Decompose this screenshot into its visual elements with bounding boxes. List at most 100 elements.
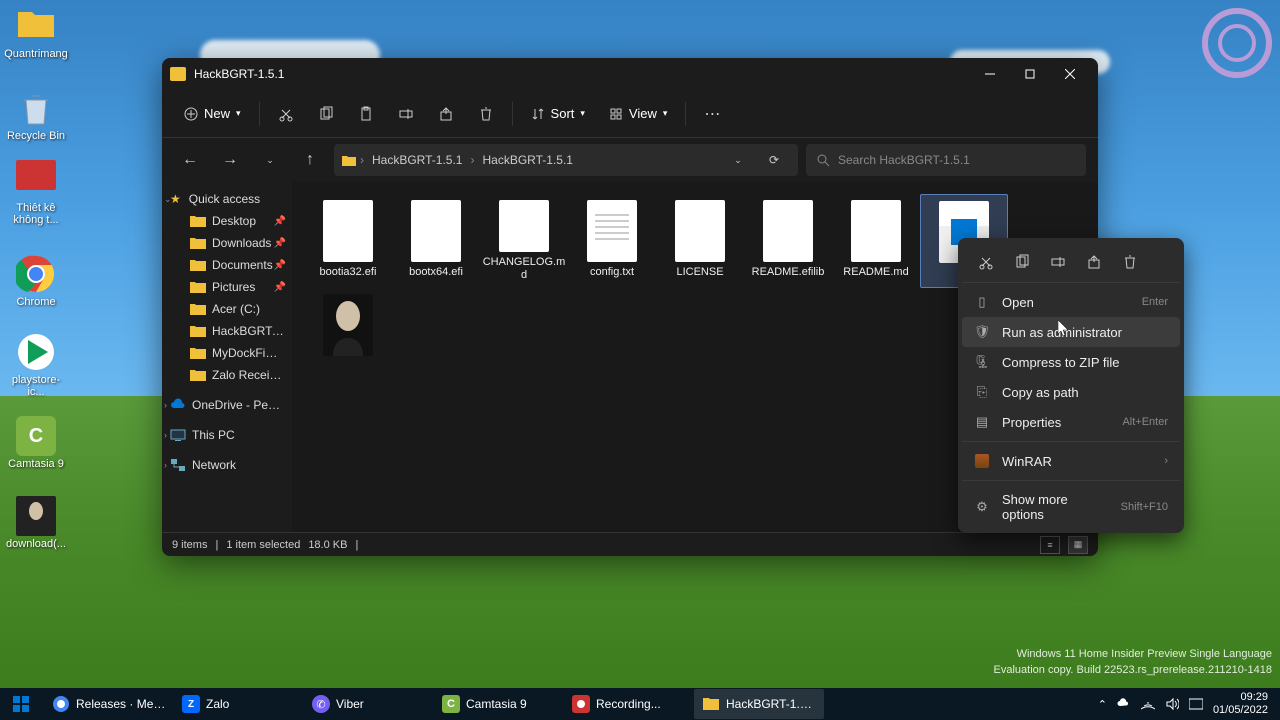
sidebar-this-pc[interactable]: › This PC xyxy=(162,424,292,446)
dropdown-button[interactable]: ⌄ xyxy=(722,144,754,176)
maximize-button[interactable] xyxy=(1010,60,1050,88)
start-button[interactable] xyxy=(4,689,44,719)
cut-button[interactable] xyxy=(268,96,304,132)
desktop-icon[interactable]: playstore-ic... xyxy=(4,332,68,398)
rename-button[interactable] xyxy=(388,96,424,132)
address-bar[interactable]: › HackBGRT-1.5.1 › HackBGRT-1.5.1 ⌄ ⟳ xyxy=(334,144,798,176)
cm-winrar[interactable]: WinRAR › xyxy=(962,446,1180,476)
paste-button[interactable] xyxy=(348,96,384,132)
refresh-button[interactable]: ⟳ xyxy=(758,144,790,176)
close-button[interactable] xyxy=(1050,60,1090,88)
taskbar-item-label: Zalo xyxy=(206,697,229,711)
cm-item-label: Open xyxy=(1002,295,1130,310)
titlebar[interactable]: HackBGRT-1.5.1 xyxy=(162,58,1098,90)
desktop-icon[interactable]: download(... xyxy=(4,496,68,550)
forward-button[interactable]: → xyxy=(214,144,246,176)
cm-copy-button[interactable] xyxy=(1006,248,1038,276)
sidebar-item[interactable]: Acer (C:) xyxy=(162,298,292,320)
sidebar-item[interactable]: Pictures 📌 xyxy=(162,276,292,298)
volume-tray-icon[interactable] xyxy=(1165,697,1179,711)
sidebar-item-label: Acer (C:) xyxy=(212,302,260,316)
taskbar-item[interactable]: ✆Viber xyxy=(304,689,434,719)
pin-icon: 📌 xyxy=(274,260,286,271)
minimize-button[interactable] xyxy=(970,60,1010,88)
cm-item[interactable]: ▯OpenEnter xyxy=(962,287,1180,317)
taskbar-item-label: HackBGRT-1.5.1 xyxy=(726,697,816,711)
cm-item[interactable]: ⎘Copy as path xyxy=(962,377,1180,407)
clock[interactable]: 09:29 01/05/2022 xyxy=(1213,691,1268,717)
file-item[interactable]: bootx64.efi xyxy=(392,194,480,288)
taskbar-item[interactable]: ZZalo xyxy=(174,689,304,719)
delete-button[interactable] xyxy=(468,96,504,132)
details-view-button[interactable]: ≡ xyxy=(1040,536,1060,554)
taskbar: Releases · Metaboli...ZZalo✆ViberCCamtas… xyxy=(0,688,1280,720)
breadcrumb[interactable]: HackBGRT-1.5.1 xyxy=(478,151,576,169)
sidebar-item[interactable]: MyDockFinder xyxy=(162,342,292,364)
file-item[interactable]: bootia32.efi xyxy=(304,194,392,288)
file-item[interactable]: README.efilib xyxy=(744,194,832,288)
folder-icon xyxy=(190,280,206,294)
desktop-icon[interactable]: Quantrimang xyxy=(4,6,68,60)
cm-show-more[interactable]: ⚙ Show more options Shift+F10 xyxy=(962,485,1180,529)
camtasia-icon: C xyxy=(442,695,460,713)
back-button[interactable]: ← xyxy=(174,144,206,176)
view-button[interactable]: View ▾ xyxy=(599,96,677,132)
cm-shortcut: Alt+Enter xyxy=(1122,416,1168,428)
folder-icon xyxy=(702,695,720,713)
file-item[interactable] xyxy=(304,288,392,382)
new-button[interactable]: New ▾ xyxy=(174,96,251,132)
copy-button[interactable] xyxy=(308,96,344,132)
network-tray-icon[interactable] xyxy=(1141,697,1155,711)
cm-cut-button[interactable] xyxy=(970,248,1002,276)
cm-item[interactable]: ▤PropertiesAlt+Enter xyxy=(962,407,1180,437)
taskbar-item[interactable]: Recording... xyxy=(564,689,694,719)
file-item[interactable]: config.txt xyxy=(568,194,656,288)
sidebar-network[interactable]: › Network xyxy=(162,454,292,476)
sidebar-item[interactable]: HackBGRT-1.5.1 xyxy=(162,320,292,342)
desktop-icon[interactable]: CCamtasia 9 xyxy=(4,416,68,470)
onedrive-tray-icon[interactable] xyxy=(1117,697,1131,711)
taskbar-item[interactable]: CCamtasia 9 xyxy=(434,689,564,719)
windows-watermark: Windows 11 Home Insider Preview Single L… xyxy=(994,647,1272,678)
desktop-icon[interactable]: Recycle Bin xyxy=(4,88,68,142)
sort-button[interactable]: Sort ▾ xyxy=(521,96,595,132)
recent-button[interactable]: ⌄ xyxy=(254,144,286,176)
desktop-icon-label: Camtasia 9 xyxy=(4,458,68,470)
cm-rename-button[interactable] xyxy=(1042,248,1074,276)
share-button[interactable] xyxy=(428,96,464,132)
cm-item-label: Properties xyxy=(1002,415,1110,430)
more-button[interactable]: ⋯ xyxy=(694,96,730,132)
icons-view-button[interactable]: ▦ xyxy=(1068,536,1088,554)
file-item[interactable]: README.md xyxy=(832,194,920,288)
cm-delete-button[interactable] xyxy=(1114,248,1146,276)
file-label: bootx64.efi xyxy=(409,266,463,279)
window-title: HackBGRT-1.5.1 xyxy=(194,67,970,81)
cm-share-button[interactable] xyxy=(1078,248,1110,276)
cm-item[interactable]: 🗜Compress to ZIP file xyxy=(962,347,1180,377)
sidebar-item[interactable]: Documents📌 xyxy=(162,254,292,276)
sidebar-item[interactable]: Desktop📌 xyxy=(162,210,292,232)
sidebar-item[interactable]: Downloads📌 xyxy=(162,232,292,254)
taskbar-item[interactable]: HackBGRT-1.5.1 xyxy=(694,689,824,719)
folder-icon xyxy=(190,368,206,382)
breadcrumb[interactable]: HackBGRT-1.5.1 xyxy=(368,151,466,169)
desktop-icon[interactable]: Thiêt kê không t... xyxy=(4,160,68,226)
file-icon xyxy=(411,200,461,262)
search-input[interactable]: Search HackBGRT-1.5.1 xyxy=(806,144,1086,176)
sidebar-item-label: Pictures xyxy=(212,280,255,294)
taskbar-item[interactable]: Releases · Metaboli... xyxy=(44,689,174,719)
file-item[interactable]: LICENSE xyxy=(656,194,744,288)
desktop-icon-label: Recycle Bin xyxy=(4,130,68,142)
desktop-icon[interactable]: Chrome xyxy=(4,254,68,308)
tray-chevron-icon[interactable]: ⌃ xyxy=(1098,698,1107,711)
sidebar-onedrive[interactable]: › OneDrive - Personal xyxy=(162,394,292,416)
rec-icon xyxy=(572,695,590,713)
sidebar-quick-access[interactable]: ⌄ ★ Quick access xyxy=(162,188,292,210)
language-tray-icon[interactable] xyxy=(1189,697,1203,711)
folder-icon xyxy=(190,324,206,338)
up-button[interactable]: ↑ xyxy=(294,144,326,176)
pin-icon: 📌 xyxy=(274,282,286,293)
sidebar-item[interactable]: Zalo Received Files xyxy=(162,364,292,386)
file-item[interactable]: CHANGELOG.md xyxy=(480,194,568,288)
search-icon xyxy=(816,153,830,167)
